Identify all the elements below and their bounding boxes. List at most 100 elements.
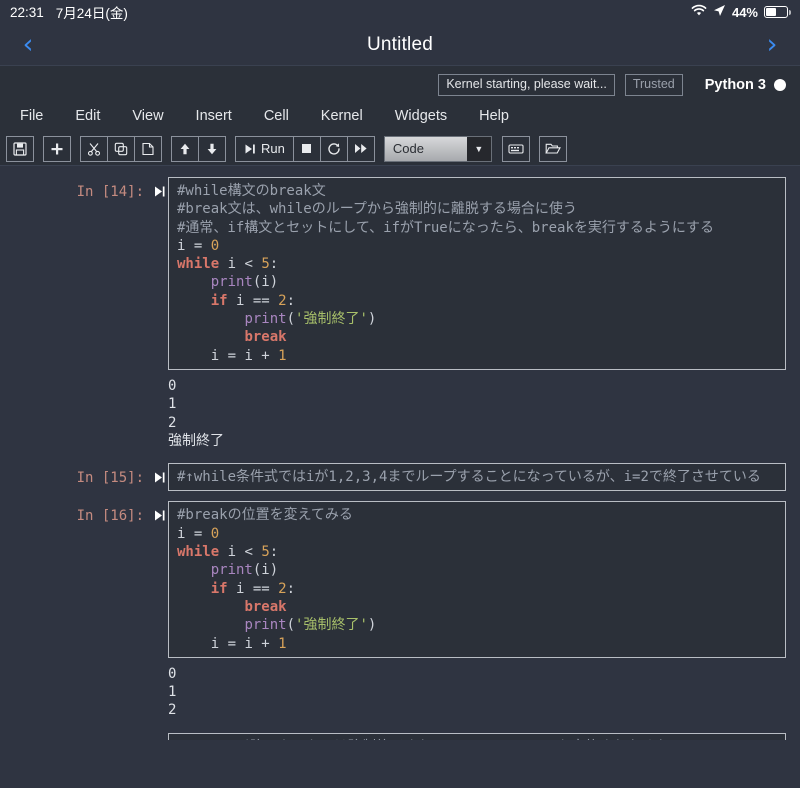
move-cell-down-button[interactable]	[198, 135, 226, 162]
play-to-bar-icon	[244, 143, 256, 155]
code-token: ==	[252, 292, 279, 309]
code-token: #↑break以降にあるものは強制終了されているので、printも実施されなくな…	[177, 739, 683, 740]
forward-chevron-icon[interactable]: ›	[762, 31, 782, 58]
notebook-header: Kernel starting, please wait... Trusted …	[0, 66, 800, 166]
cell-input-area[interactable]: #↑break以降にあるものは強制終了されているので、printも実施されなくな…	[168, 732, 786, 740]
cell-prompt-label: In [15]:	[76, 470, 144, 487]
plus-icon	[50, 142, 64, 156]
navigation-bar: ‹ Untitled ›	[0, 24, 800, 66]
run-button[interactable]: Run	[235, 135, 294, 162]
toolbar-group-insert	[43, 135, 71, 162]
code-token: 0	[210, 237, 220, 254]
menu-item-cell[interactable]: Cell	[248, 104, 305, 128]
code-token: i	[244, 347, 262, 364]
menu-item-file[interactable]: File	[4, 104, 59, 128]
restart-kernel-button[interactable]	[319, 135, 348, 162]
code-line: if i == 2:	[177, 292, 777, 310]
code-token: :	[269, 256, 279, 273]
save-button[interactable]	[6, 135, 34, 162]
battery-percent-label: 44%	[731, 4, 758, 20]
kernel-name-area[interactable]: Python 3	[705, 77, 786, 93]
code-token: :	[286, 292, 296, 309]
open-folder-icon	[545, 142, 561, 155]
menu-item-insert[interactable]: Insert	[180, 104, 248, 128]
paste-button[interactable]	[134, 135, 162, 162]
code-token: while	[177, 256, 220, 273]
notebook-cell[interactable]: In [17]: #↑break以降にあるものは強制終了されているので、print…	[0, 728, 800, 740]
kernel-name-label: Python 3	[704, 77, 766, 93]
page-title: Untitled	[366, 33, 434, 55]
code-token: print	[210, 274, 253, 291]
fast-forward-icon	[354, 142, 368, 155]
run-button-label: Run	[261, 141, 285, 156]
code-token: :	[286, 580, 296, 597]
status-date: 7月24日(金)	[55, 6, 128, 21]
menu-item-edit[interactable]: Edit	[59, 104, 116, 128]
kernel-busy-indicator-icon	[774, 79, 786, 91]
keyboard-shortcuts-button[interactable]	[501, 135, 530, 162]
cut-button[interactable]	[80, 135, 108, 162]
restart-circle-icon	[327, 142, 341, 156]
code-token: if	[210, 292, 228, 309]
floppy-disk-icon	[13, 141, 27, 156]
code-line: print(i)	[177, 561, 777, 579]
code-token: i	[227, 292, 253, 309]
move-cell-up-button[interactable]	[171, 135, 199, 162]
toolbar: Run Code ▼	[0, 132, 800, 166]
open-file-button[interactable]	[538, 135, 567, 162]
code-line: while i < 5:	[177, 543, 777, 561]
code-token: print	[244, 617, 287, 634]
code-line: print('強制終了')	[177, 616, 777, 634]
run-cell-icon[interactable]	[150, 463, 168, 484]
interrupt-kernel-button[interactable]	[292, 135, 321, 162]
code-token: #breakの位置を変えてみる	[177, 507, 353, 524]
paste-icon	[141, 142, 155, 156]
run-cell-icon[interactable]	[150, 501, 168, 522]
cell-input-area[interactable]: #while構文のbreak文 #break文は、whileのループから強制的に離…	[168, 177, 786, 370]
toolbar-group-celltype: Code ▼	[383, 135, 492, 162]
cell-type-select[interactable]: Code ▼	[383, 135, 492, 162]
code-token: while	[177, 544, 220, 561]
code-line: i = 0	[177, 237, 777, 255]
insert-cell-below-button[interactable]	[43, 135, 71, 162]
code-token: i	[219, 544, 245, 561]
code-token: i	[177, 347, 228, 364]
toolbar-group-save	[6, 135, 34, 162]
code-token: 5	[261, 544, 270, 561]
code-token: if	[210, 580, 228, 597]
output-text: 0 1 2	[168, 665, 177, 719]
menu-item-widgets[interactable]: Widgets	[379, 104, 463, 128]
copy-icon	[114, 142, 128, 156]
code-line: i = i + 1	[177, 347, 777, 365]
battery-icon	[764, 6, 791, 18]
notebook-cell[interactable]: In [16]: #breakの位置を変えてみる i = 0 while i < 5:…	[0, 496, 800, 662]
notebook-cell[interactable]: In [15]: #↑while条件式ではiが1,2,3,4までループすることにな…	[0, 458, 800, 496]
code-token: =	[227, 347, 245, 364]
trusted-badge[interactable]: Trusted	[624, 74, 683, 96]
code-line: #while構文のbreak文	[177, 182, 777, 200]
notebook-cell[interactable]: In [14]: #while構文のbreak文 #break文は、whileのルー…	[0, 172, 800, 375]
menu-item-view[interactable]: View	[116, 104, 179, 128]
code-line: break	[177, 598, 777, 616]
menu-item-kernel[interactable]: Kernel	[305, 104, 379, 128]
notebook-body[interactable]: In [14]: #while構文のbreak文 #break文は、whileのルー…	[0, 166, 800, 740]
chevron-down-icon: ▼	[466, 136, 491, 161]
copy-button[interactable]	[107, 135, 135, 162]
run-cell-icon[interactable]	[150, 733, 168, 740]
cell-input-area[interactable]: #↑while条件式ではiが1,2,3,4までループすることになっているが、i=…	[168, 463, 786, 492]
back-chevron-icon[interactable]: ‹	[18, 31, 38, 58]
cell-input-area[interactable]: #breakの位置を変えてみる i = 0 while i < 5: print(i…	[168, 501, 786, 658]
cell-output: 0 1 2	[0, 663, 800, 728]
status-bar-left: 22:31 7月24日(金)	[10, 2, 128, 22]
kernel-status-row: Kernel starting, please wait... Trusted …	[0, 66, 800, 100]
run-cell-icon[interactable]	[150, 177, 168, 198]
menu-item-help[interactable]: Help	[463, 104, 525, 128]
code-line: if i == 2:	[177, 580, 777, 598]
code-token: +	[261, 635, 279, 652]
restart-and-run-all-button[interactable]	[346, 135, 375, 162]
code-line: while i < 5:	[177, 255, 777, 273]
cell-type-value: Code	[392, 141, 424, 156]
cell-prompt-label: In [17]:	[0, 733, 150, 741]
